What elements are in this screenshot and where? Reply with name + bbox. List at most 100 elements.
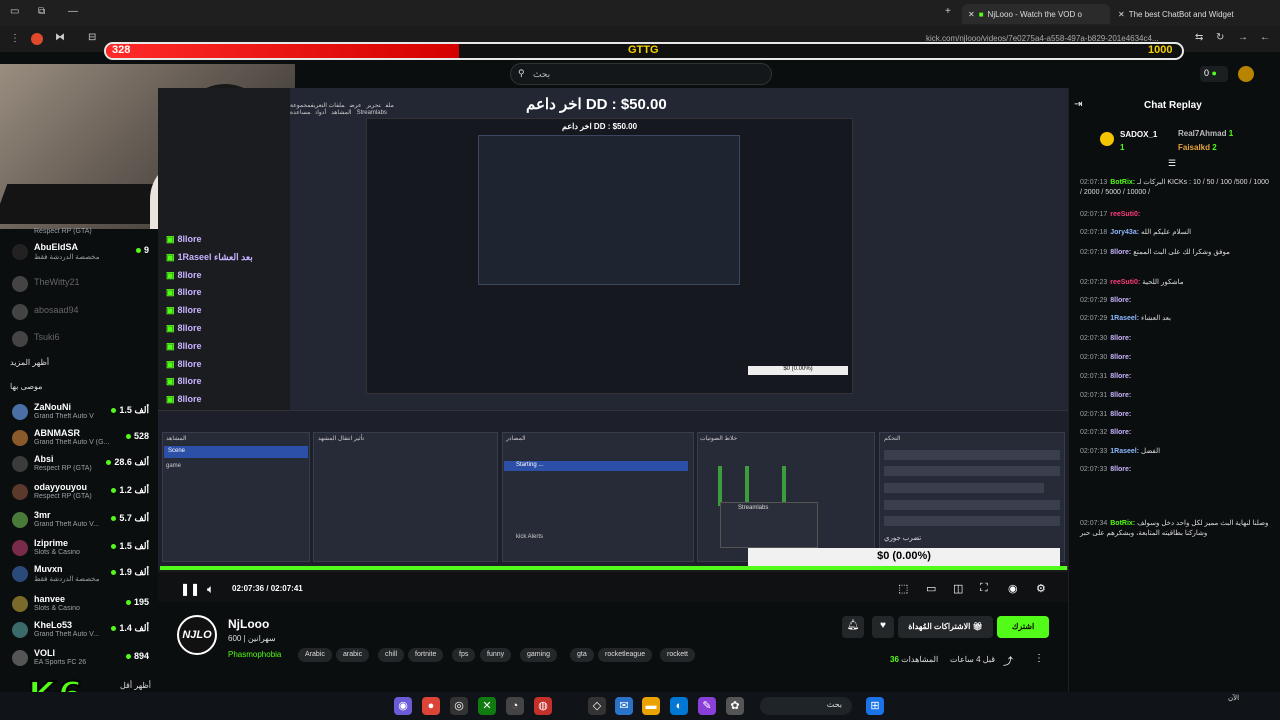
speed-icon[interactable]: ◉ xyxy=(1008,582,1018,595)
message-username[interactable]: 8llore: xyxy=(1110,392,1131,399)
tag-chip[interactable]: rocketleague xyxy=(598,648,653,662)
collapse-chat-icon[interactable]: ⇥ xyxy=(1074,99,1082,110)
theater-icon[interactable]: ▭ xyxy=(926,582,936,595)
tag-chip[interactable]: gaming xyxy=(520,648,557,662)
edge-icon[interactable]: ◐ xyxy=(670,697,688,715)
recommended-channel[interactable]: Absi Respect RP (GTA) 28.6 ألف xyxy=(8,452,153,478)
message-username[interactable]: 8llore: xyxy=(1110,297,1131,304)
message-username[interactable]: 8llore: xyxy=(1110,249,1131,256)
app-icon[interactable]: ◇ xyxy=(588,697,606,715)
show-less-link[interactable]: أظهر أقل xyxy=(120,681,151,690)
message-username[interactable]: 1Raseel: xyxy=(1110,315,1139,322)
app-icon[interactable]: ✉ xyxy=(615,697,633,715)
volume-icon[interactable]: 🔈︎ xyxy=(207,582,214,597)
obs-icon[interactable]: ◎ xyxy=(450,697,468,715)
message-username[interactable]: 8llore: xyxy=(1110,466,1131,473)
tag-chip[interactable]: chill xyxy=(378,648,405,662)
pause-icon[interactable]: ❚❚ xyxy=(180,582,200,596)
recommended-channel[interactable]: ABNMASR Grand Theft Auto V (G... 528 xyxy=(8,426,153,452)
recommended-channel[interactable]: Muvxn مخصصة الدردشة فقط 1.9 ألف xyxy=(8,562,153,588)
seek-bar[interactable] xyxy=(160,566,1068,570)
channel-name: odayyouyou xyxy=(34,482,88,492)
recommended-channel[interactable]: hanvee Slots & Casino 195 xyxy=(8,592,153,618)
fullscreen-icon[interactable]: ⛶ xyxy=(980,582,988,595)
message-username[interactable]: reeSuti0: xyxy=(1110,279,1140,286)
app-icon[interactable]: ◉ xyxy=(394,697,412,715)
app-icon[interactable]: ✿ xyxy=(726,697,744,715)
message-username[interactable]: Jory43a: xyxy=(1110,229,1139,236)
search-input[interactable]: بحث xyxy=(510,63,772,85)
tab-search-icon[interactable]: ⧉ xyxy=(38,7,45,17)
obs-chat-text: 8llore xyxy=(177,323,202,333)
share-icon[interactable]: ⤴ xyxy=(1003,653,1013,668)
app-icon[interactable]: ✎ xyxy=(698,697,716,715)
recommended-channel[interactable]: ZaNouNi Grand Theft Auto V 1.5 ألف xyxy=(8,400,153,426)
forward-icon[interactable]: → xyxy=(1238,33,1248,43)
more-options-icon[interactable]: ⋮ xyxy=(1034,653,1044,664)
settings-icon[interactable]: ⚙ xyxy=(1036,582,1046,595)
message-username[interactable]: 8llore: xyxy=(1110,354,1131,361)
reload-icon[interactable]: ↻ xyxy=(1216,33,1224,43)
recommended-channel[interactable]: KheLo53 Grand Theft Auto V... 1.4 ألف xyxy=(8,618,153,644)
close-tab-icon[interactable]: ✕ xyxy=(968,10,975,19)
show-more-link[interactable]: أظهر المزيد xyxy=(10,358,49,367)
app-icon[interactable]: ◔ xyxy=(506,697,524,715)
chrome-icon[interactable]: ● xyxy=(422,697,440,715)
message-username[interactable]: reeSuti0: xyxy=(1110,211,1140,218)
expand-icon[interactable]: ☰ xyxy=(1168,158,1176,169)
recommended-channel[interactable]: VOLI EA Sports FC 26 894 xyxy=(8,646,153,672)
folder-icon[interactable]: ▬ xyxy=(642,697,660,715)
new-tab-icon[interactable]: + xyxy=(945,7,951,17)
sidebar-icon[interactable]: ⊟ xyxy=(88,33,96,43)
message-username[interactable]: 8llore: xyxy=(1110,429,1131,436)
tab-chatbot[interactable]: ✕ The best ChatBot and Widget xyxy=(1112,4,1260,24)
message-username[interactable]: BotRix: xyxy=(1110,179,1135,186)
tag-chip[interactable]: gta xyxy=(570,648,594,662)
obs-menu-item: مساعدة xyxy=(290,110,311,116)
favorite-button[interactable]: ♥ xyxy=(872,616,894,638)
gift-subs-button[interactable]: الاشتراكات المُهداة 🎁︎ xyxy=(898,616,993,638)
coins-balance[interactable]: 0 ● xyxy=(1200,66,1228,82)
recommended-channel[interactable]: odayyouyou Respect RP (GTA) 1.2 ألف xyxy=(8,480,153,506)
tag-chip[interactable]: fps xyxy=(452,648,476,662)
message-username[interactable]: 8llore: xyxy=(1110,411,1131,418)
message-username[interactable]: 8llore: xyxy=(1110,335,1131,342)
extension-icon[interactable]: ⧓ xyxy=(55,33,65,43)
recommended-channel[interactable]: Iziprime Slots & Casino 1.5 ألف xyxy=(8,536,153,562)
tag-chip[interactable]: rockett xyxy=(660,648,696,662)
message-username[interactable]: 1Raseel: xyxy=(1110,448,1139,455)
sidebar-channel[interactable]: AbuEIdSA مخصصة الدردشة فقط 9 xyxy=(8,240,153,266)
tag-chip[interactable]: fortnite xyxy=(408,648,444,662)
channel-category[interactable]: Phasmophobia xyxy=(228,650,281,659)
tab-kick-vod[interactable]: ✕ ■ NjLooo - Watch the VOD o xyxy=(962,4,1110,24)
pip-icon[interactable]: ◫ xyxy=(953,582,963,595)
tag-chip[interactable]: arabic xyxy=(336,648,370,662)
user-avatar[interactable] xyxy=(1238,66,1254,82)
menu-icon[interactable]: ⋮ xyxy=(10,34,20,44)
back-icon[interactable]: ← xyxy=(1260,33,1270,43)
message-username[interactable]: 8llore: xyxy=(1110,373,1131,380)
sidebar-channel[interactable]: TheWitty21 xyxy=(8,272,153,298)
recommended-channel[interactable]: 3mr Grand Theft Auto V... 5.7 ألف xyxy=(8,508,153,534)
notification-button[interactable]: 🔔︎ xyxy=(842,616,864,638)
tabs-icon[interactable]: ⇆ xyxy=(1195,33,1203,43)
minimize-icon[interactable]: — xyxy=(68,7,78,17)
channel-avatar[interactable]: NJLO xyxy=(177,615,217,655)
channel-avatar xyxy=(12,596,28,612)
window-menu-icon[interactable]: ▭ xyxy=(10,7,19,17)
channel-name[interactable]: NjLooo xyxy=(228,617,269,631)
message-username[interactable]: BotRix: xyxy=(1110,520,1135,527)
xbox-icon[interactable]: ✕ xyxy=(478,697,496,715)
sidebar-channel[interactable]: Tsuki6 xyxy=(8,327,153,353)
taskbar-search[interactable]: بحث xyxy=(760,697,852,715)
start-icon[interactable]: ⊞ xyxy=(866,697,884,715)
clip-icon[interactable]: ⬚ xyxy=(898,582,908,595)
profile-icon[interactable] xyxy=(31,33,43,45)
close-tab-icon[interactable]: ✕ xyxy=(1118,10,1125,19)
tag-chip[interactable]: funny xyxy=(480,648,512,662)
follow-button[interactable]: اشترك xyxy=(997,616,1049,638)
upload-age: قبل 4 ساعات xyxy=(950,655,996,664)
app-icon[interactable]: ◍ xyxy=(534,697,552,715)
tag-chip[interactable]: Arabic xyxy=(298,648,332,662)
sidebar-channel[interactable]: abosaad94 xyxy=(8,300,153,326)
